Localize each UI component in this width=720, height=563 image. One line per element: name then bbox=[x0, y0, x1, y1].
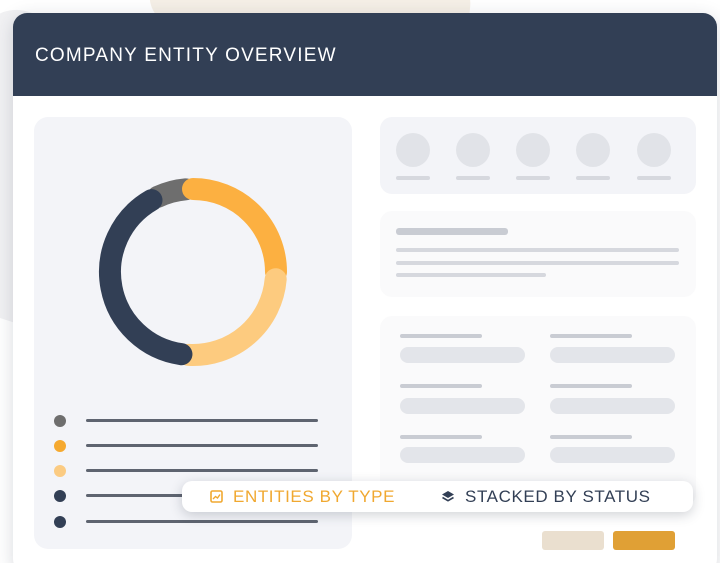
stat-avatar-placeholder bbox=[396, 133, 430, 167]
legend-item bbox=[54, 465, 324, 477]
donut-segment bbox=[146, 178, 197, 208]
legend-label-placeholder bbox=[86, 520, 318, 523]
donut-segment bbox=[177, 268, 287, 366]
text-line-placeholder bbox=[396, 273, 546, 277]
legend-marker bbox=[54, 516, 66, 528]
stat-avatar-placeholder bbox=[637, 133, 671, 167]
field-input-placeholder bbox=[400, 347, 525, 363]
form-panel bbox=[380, 316, 696, 506]
text-line-placeholder bbox=[396, 248, 679, 252]
legend-item bbox=[54, 415, 324, 427]
legend-label-placeholder bbox=[86, 444, 318, 447]
donut-chart bbox=[99, 178, 287, 366]
legend-label-placeholder bbox=[86, 469, 318, 472]
legend-marker bbox=[54, 415, 66, 427]
legend-label-placeholder bbox=[86, 419, 318, 422]
stat-avatar-placeholder bbox=[456, 133, 490, 167]
field-label-placeholder bbox=[550, 384, 632, 388]
field-input-placeholder bbox=[400, 398, 525, 414]
stat-avatar-placeholder bbox=[516, 133, 550, 167]
tab-entities-by-type[interactable]: ENTITIES BY TYPE bbox=[210, 481, 395, 512]
field-label-placeholder bbox=[400, 435, 482, 439]
text-panel bbox=[380, 211, 696, 297]
layers-icon bbox=[442, 490, 454, 502]
legend-item bbox=[54, 440, 324, 452]
field-label-placeholder bbox=[550, 334, 632, 338]
field-label-placeholder bbox=[550, 435, 632, 439]
legend-marker bbox=[54, 490, 66, 502]
text-heading-placeholder bbox=[396, 228, 508, 235]
tab-label: STACKED BY STATUS bbox=[465, 486, 651, 506]
stat-label-placeholder bbox=[456, 176, 490, 180]
secondary-button[interactable] bbox=[542, 531, 604, 550]
stat-avatar-placeholder bbox=[576, 133, 610, 167]
tab-label: ENTITIES BY TYPE bbox=[233, 486, 396, 506]
stat-label-placeholder bbox=[576, 176, 610, 180]
page-title: COMPANY ENTITY OVERVIEW bbox=[35, 45, 337, 66]
field-label-placeholder bbox=[400, 334, 482, 338]
field-input-placeholder bbox=[400, 447, 525, 463]
stat-label-placeholder bbox=[637, 176, 671, 180]
primary-button[interactable] bbox=[613, 531, 675, 550]
tab-stacked-by-status[interactable]: STACKED BY STATUS bbox=[441, 481, 651, 512]
chart-icon bbox=[210, 490, 223, 503]
stat-label-placeholder bbox=[396, 176, 430, 180]
text-line-placeholder bbox=[396, 261, 679, 265]
stats-panel bbox=[380, 117, 696, 194]
tab-bar: ENTITIES BY TYPE STACKED BY STATUS bbox=[182, 481, 693, 512]
legend-marker bbox=[54, 440, 66, 452]
card-header: COMPANY ENTITY OVERVIEW bbox=[13, 13, 717, 96]
field-input-placeholder bbox=[550, 398, 675, 414]
donut-segment bbox=[182, 178, 287, 283]
stat-label-placeholder bbox=[516, 176, 550, 180]
donut-segment bbox=[99, 189, 193, 366]
field-label-placeholder bbox=[400, 384, 482, 388]
field-input-placeholder bbox=[550, 347, 675, 363]
legend-marker bbox=[54, 465, 66, 477]
field-input-placeholder bbox=[550, 447, 675, 463]
legend-item bbox=[54, 516, 324, 528]
